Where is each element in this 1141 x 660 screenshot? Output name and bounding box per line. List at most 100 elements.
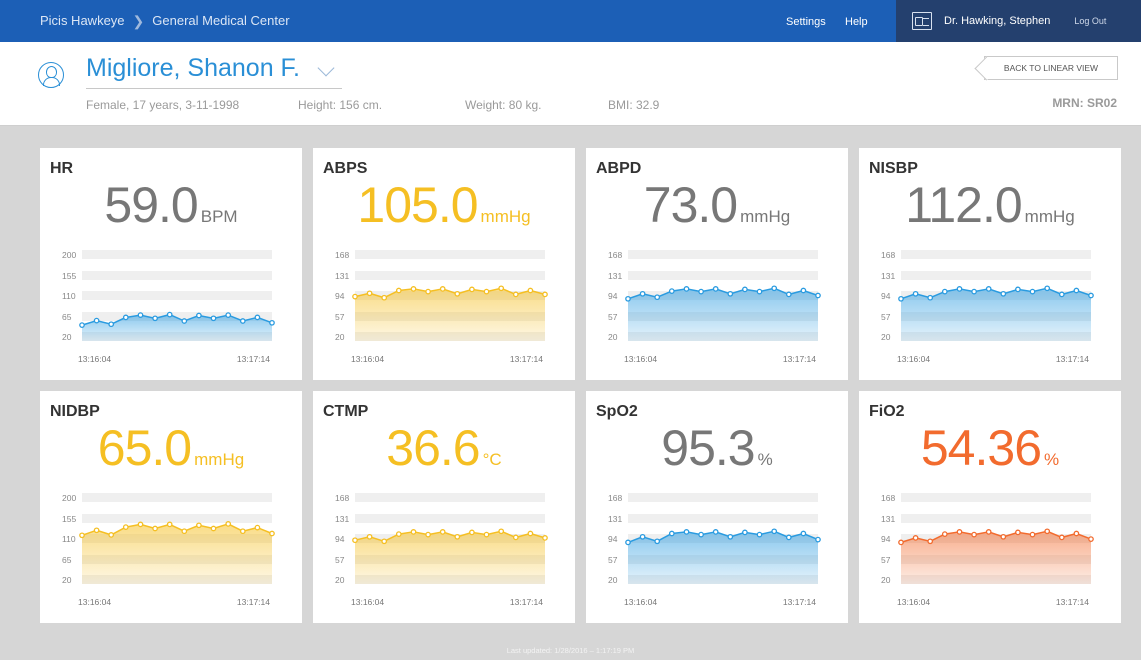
data-point[interactable] (927, 294, 934, 301)
data-point[interactable] (79, 322, 85, 328)
data-point[interactable] (1044, 528, 1051, 535)
help-link[interactable]: Help (845, 0, 868, 42)
data-point[interactable] (181, 318, 188, 324)
data-point[interactable] (668, 530, 675, 537)
data-point[interactable] (352, 293, 358, 300)
data-point[interactable] (137, 312, 144, 318)
vital-card-spo2[interactable]: SpO2 95.3% 168 131 94 57 20 13:16:04 13:17:14 (586, 391, 848, 623)
data-point[interactable] (639, 533, 646, 540)
user-name[interactable]: Dr. Hawking, Stephen (944, 15, 1050, 27)
data-point[interactable] (668, 288, 675, 294)
data-point[interactable] (912, 535, 919, 541)
data-point[interactable] (79, 532, 85, 539)
vital-card-nidbp[interactable]: NIDBP 65.0 mmHg 200 155 110 65 20 13:16:04 13:17:… (40, 391, 302, 623)
data-point[interactable] (542, 291, 548, 298)
data-point[interactable] (985, 286, 992, 292)
data-point[interactable] (439, 529, 446, 535)
data-point[interactable] (756, 288, 763, 295)
vital-card-hr[interactable]: HR 59.0 BPM 200 155 110 65 20 13:16:04 13:17:14 (40, 148, 302, 380)
data-point[interactable] (800, 287, 807, 294)
data-point[interactable] (254, 524, 261, 531)
data-point[interactable] (410, 286, 417, 292)
data-point[interactable] (727, 533, 734, 540)
data-point[interactable] (381, 538, 388, 545)
data-point[interactable] (152, 525, 158, 532)
vital-card-ctmp[interactable]: CTMP 36.6 °C 168 131 94 57 20 13:16:04 13:17:14 (313, 391, 575, 623)
data-point[interactable] (1029, 531, 1036, 538)
data-point[interactable] (108, 321, 115, 328)
data-point[interactable] (512, 291, 519, 298)
patient-name[interactable]: Migliore, Shanon F. (86, 54, 300, 83)
data-point[interactable] (469, 529, 475, 536)
data-point[interactable] (1073, 287, 1080, 294)
data-point[interactable] (425, 288, 431, 295)
data-point[interactable] (639, 290, 646, 297)
data-point[interactable] (137, 521, 144, 528)
data-point[interactable] (542, 535, 548, 541)
data-point[interactable] (756, 531, 763, 538)
data-point[interactable] (898, 539, 904, 546)
data-point[interactable] (166, 311, 173, 318)
data-point[interactable] (815, 536, 821, 543)
data-point[interactable] (956, 529, 963, 535)
data-point[interactable] (927, 538, 934, 545)
data-point[interactable] (712, 529, 719, 535)
data-point[interactable] (93, 527, 100, 534)
data-point[interactable] (771, 528, 778, 535)
data-point[interactable] (683, 529, 690, 535)
data-point[interactable] (698, 288, 704, 295)
data-point[interactable] (1000, 533, 1007, 540)
data-point[interactable] (254, 314, 261, 321)
data-point[interactable] (727, 290, 734, 297)
data-point[interactable] (698, 531, 704, 538)
data-point[interactable] (654, 538, 661, 545)
vital-card-abps[interactable]: ABPS 105.0 mmHg 168 131 94 57 20 13:16:04 13:17:1… (313, 148, 575, 380)
data-point[interactable] (1029, 288, 1036, 295)
data-point[interactable] (469, 286, 475, 293)
chevron-down-icon[interactable] (317, 59, 335, 77)
data-point[interactable] (512, 534, 519, 541)
data-point[interactable] (454, 533, 461, 540)
data-point[interactable] (771, 285, 778, 292)
data-point[interactable] (712, 286, 719, 292)
data-point[interactable] (166, 521, 173, 528)
logout-link[interactable]: Log Out (1074, 16, 1106, 26)
data-point[interactable] (381, 294, 388, 301)
data-point[interactable] (742, 286, 748, 293)
data-point[interactable] (483, 531, 490, 538)
data-point[interactable] (1015, 286, 1021, 293)
data-point[interactable] (912, 290, 919, 297)
data-point[interactable] (498, 528, 505, 535)
data-point[interactable] (1073, 530, 1080, 537)
data-point[interactable] (815, 292, 821, 299)
data-point[interactable] (269, 319, 275, 326)
data-point[interactable] (366, 533, 373, 540)
vital-card-abpd[interactable]: ABPD 73.0 mmHg 168 131 94 57 20 13:16:04 13:17:14 (586, 148, 848, 380)
data-point[interactable] (785, 534, 792, 541)
data-point[interactable] (800, 530, 807, 537)
data-point[interactable] (956, 286, 963, 292)
data-point[interactable] (985, 529, 992, 535)
data-point[interactable] (971, 288, 977, 295)
data-point[interactable] (683, 286, 690, 292)
data-point[interactable] (1058, 534, 1065, 541)
facility-name[interactable]: General Medical Center (152, 0, 289, 43)
data-point[interactable] (410, 529, 417, 535)
vital-card-fio2[interactable]: FiO2 54.36% 168 131 94 57 20 13:16:04 13:17:14 (859, 391, 1121, 623)
data-point[interactable] (196, 522, 202, 529)
settings-link[interactable]: Settings (786, 0, 826, 42)
data-point[interactable] (1000, 290, 1007, 297)
data-point[interactable] (122, 524, 129, 530)
data-point[interactable] (122, 314, 129, 321)
data-point[interactable] (1088, 536, 1094, 542)
data-point[interactable] (625, 539, 631, 546)
data-point[interactable] (225, 521, 232, 527)
data-point[interactable] (269, 530, 275, 537)
data-point[interactable] (425, 531, 431, 538)
data-point[interactable] (152, 315, 158, 322)
data-point[interactable] (352, 537, 358, 544)
data-point[interactable] (1015, 529, 1021, 536)
data-point[interactable] (395, 287, 402, 294)
data-point[interactable] (785, 291, 792, 298)
data-point[interactable] (366, 290, 373, 297)
